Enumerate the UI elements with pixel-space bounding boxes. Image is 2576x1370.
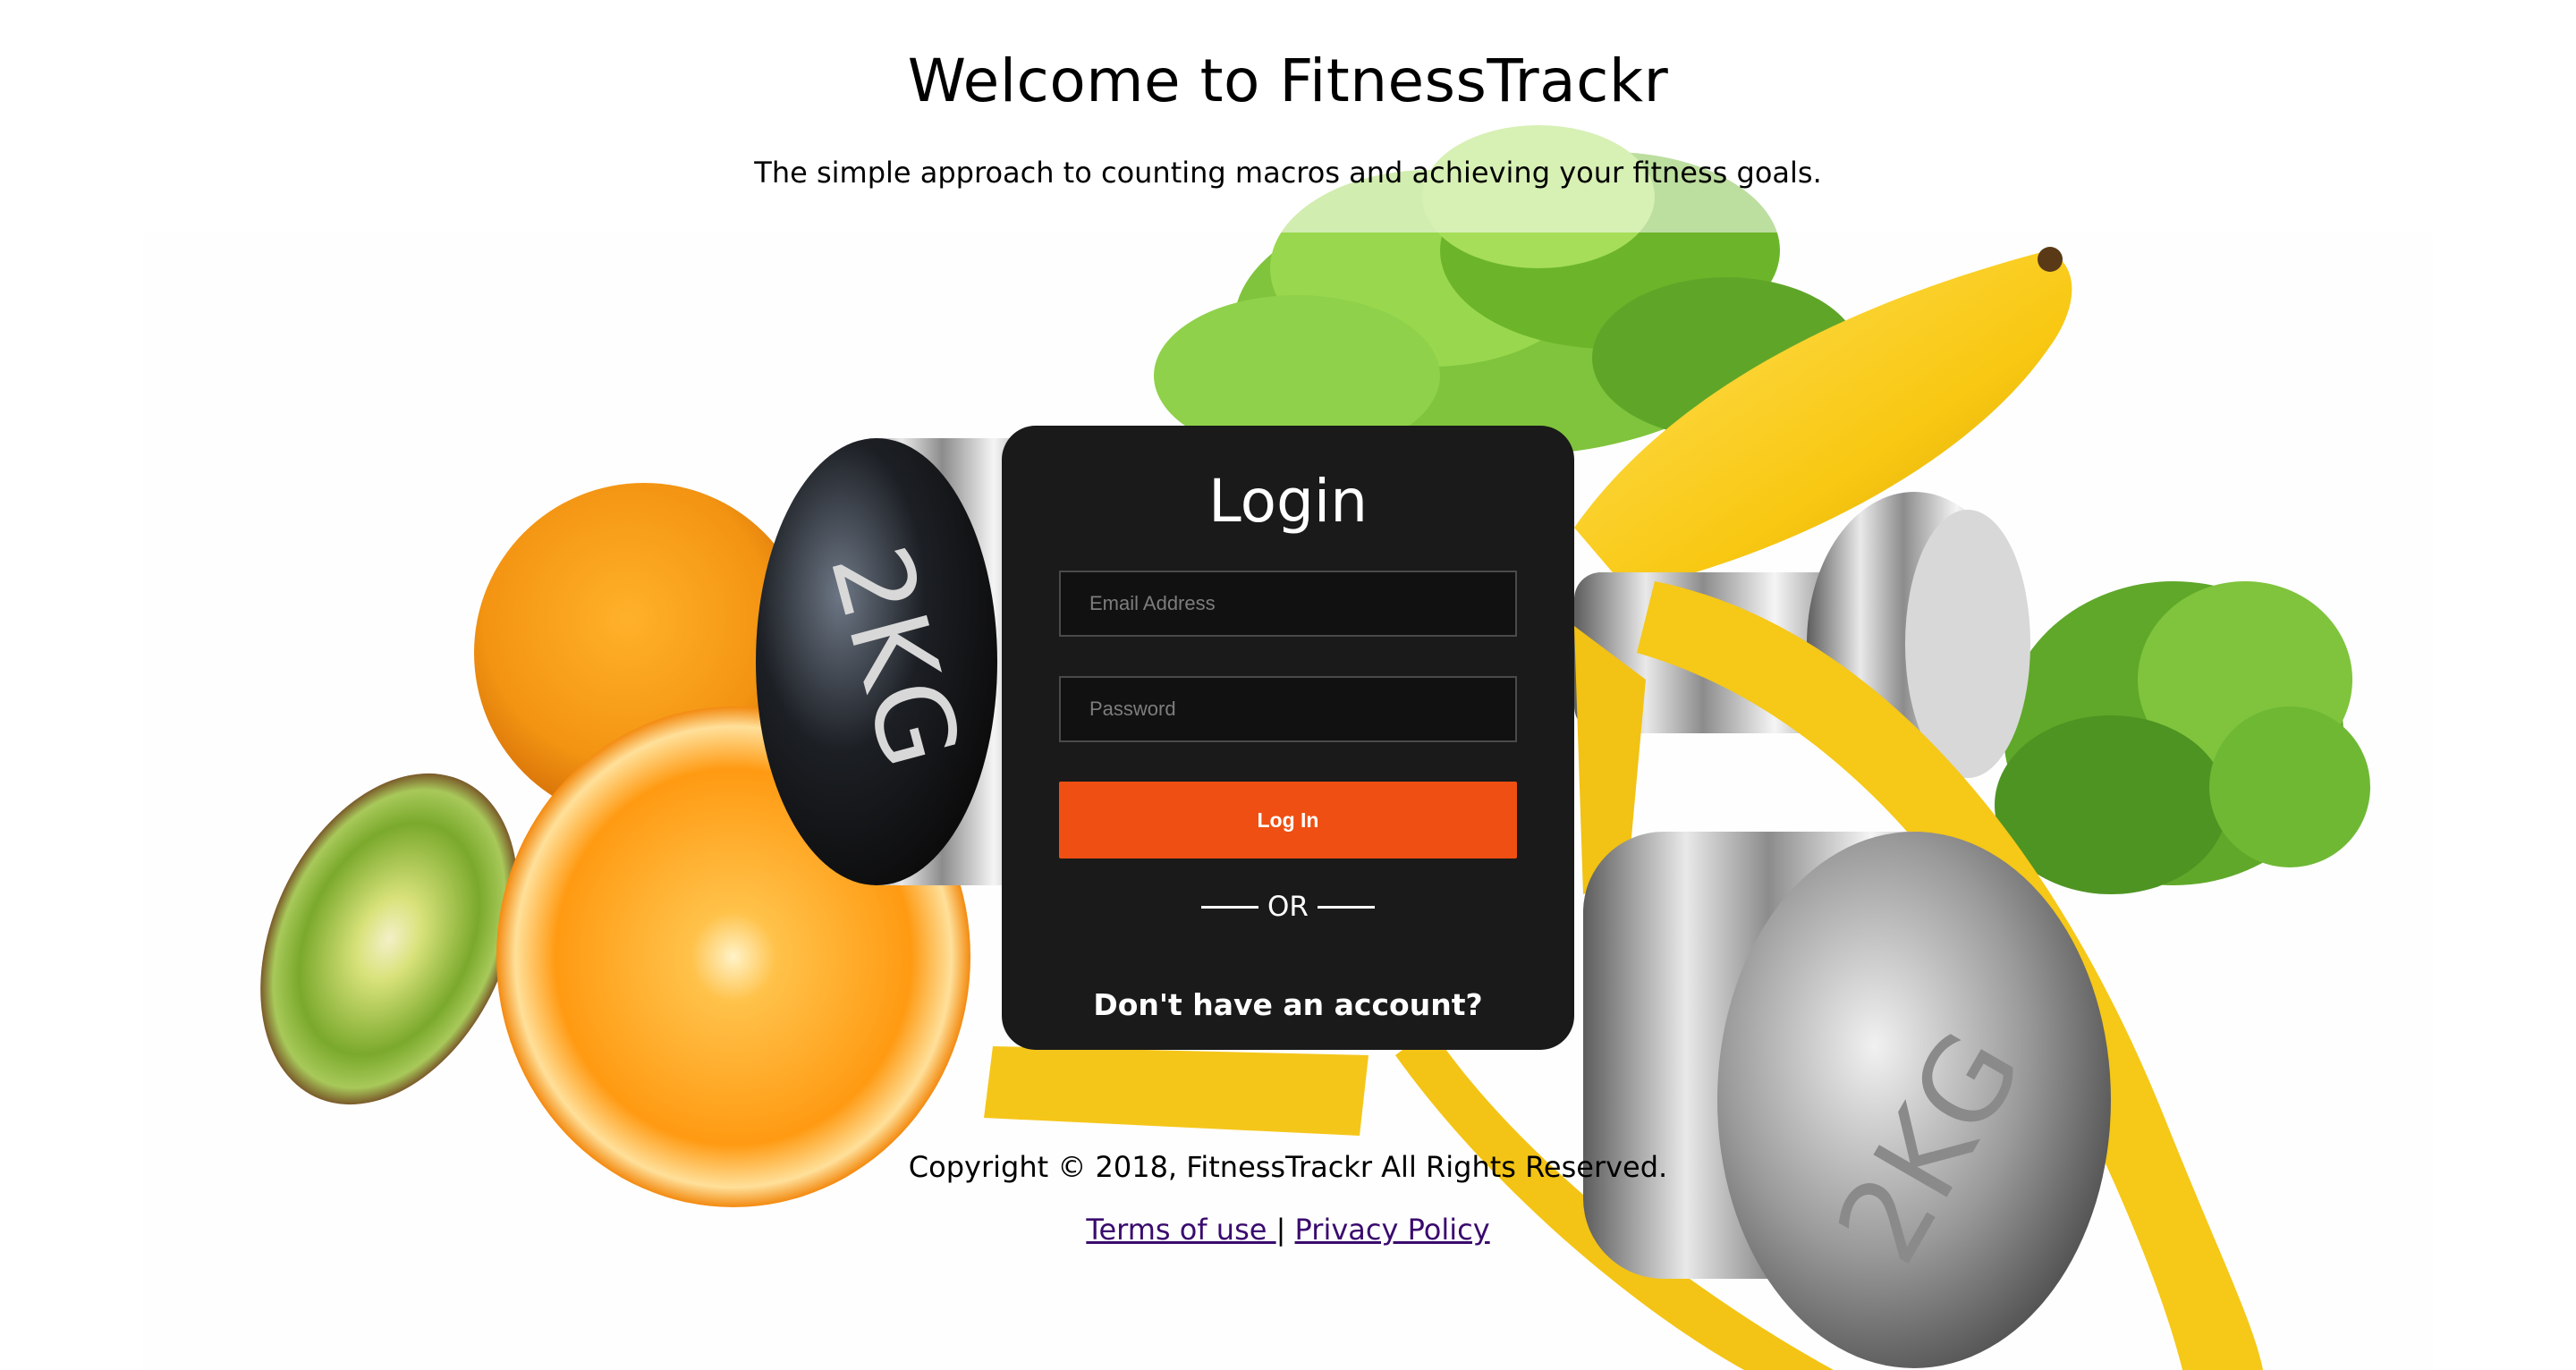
login-button[interactable]: Log In [1059,782,1517,858]
or-divider: OR [1002,891,1574,923]
signup-link[interactable]: Don't have an account? [1002,987,1574,1022]
lettuce-right-shape [1995,581,2370,894]
password-input[interactable] [1059,676,1517,742]
page-title: Welcome to FitnessTrackr [907,47,1669,115]
page: 2KG 2KG Welcome to FitnessTrackr The sim… [0,0,2576,1370]
divider-line-left [1201,905,1259,909]
divider-line-right [1317,905,1375,909]
footer-separator: | [1275,1213,1286,1247]
terms-of-use-link[interactable]: Terms of use [1086,1213,1275,1247]
login-card: Login Log In OR Don't have an account? [1002,426,1574,1050]
login-title: Login [1208,467,1368,536]
or-label: OR [1267,891,1309,923]
copyright-text: Copyright © 2018, FitnessTrackr All Righ… [908,1150,1668,1184]
page-subtitle: The simple approach to counting macros a… [754,156,1822,190]
privacy-policy-link[interactable]: Privacy Policy [1295,1213,1490,1247]
footer-links: Terms of use | Privacy Policy [0,1213,2576,1247]
email-input[interactable] [1059,571,1517,637]
